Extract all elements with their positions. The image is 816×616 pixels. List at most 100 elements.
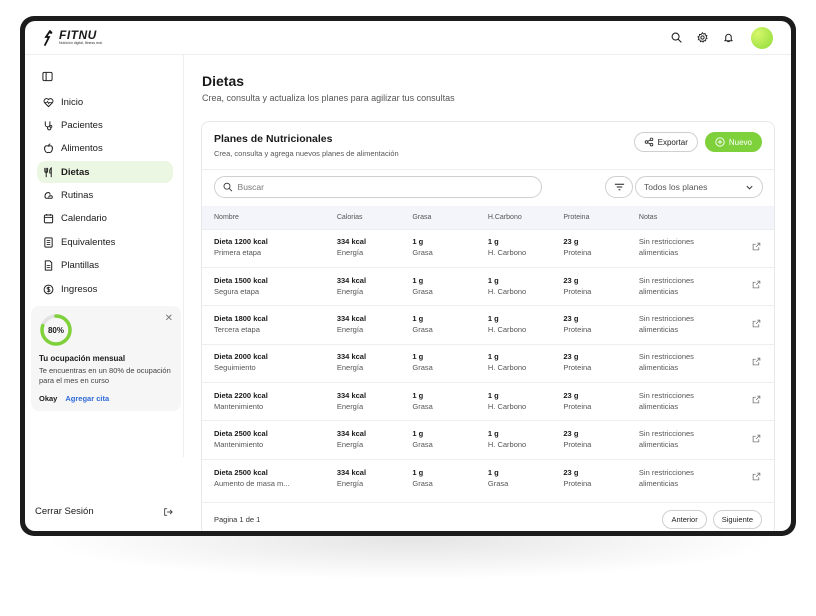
table-row[interactable]: Dieta 2200 kcal Mantenimiento 334 kcal Ener… bbox=[202, 382, 774, 421]
cell-protein: 23 g Proteina bbox=[551, 229, 627, 267]
sidebar-toggle-icon[interactable] bbox=[42, 69, 56, 83]
plans-filter-select[interactable]: Todos los planes bbox=[635, 176, 763, 198]
cell-fat: 1 g Grasa bbox=[400, 383, 476, 421]
external-link-icon[interactable] bbox=[752, 472, 761, 485]
sidebar-item-label: Plantillas bbox=[61, 260, 100, 272]
filter-button[interactable] bbox=[605, 176, 633, 198]
column-header-protein[interactable]: Proteina bbox=[551, 206, 627, 229]
cell-name: Dieta 1800 kcal Tercera etapa bbox=[202, 306, 325, 344]
cell-carbs-sublabel: Grasa bbox=[487, 478, 509, 488]
next-page-button[interactable]: Siguiente bbox=[712, 509, 762, 529]
cell-carbs: 1 g H. Carbono bbox=[476, 306, 552, 344]
cell-protein-sublabel: Proteina bbox=[563, 248, 592, 258]
cell-carbs-value: 1 g bbox=[487, 237, 499, 247]
cell-protein-sublabel: Proteina bbox=[563, 478, 592, 488]
bell-icon[interactable] bbox=[721, 31, 735, 45]
dollar-icon bbox=[43, 284, 54, 295]
table-row[interactable]: Dieta 2000 kcal Seguimiento 334 kcal Energí… bbox=[202, 344, 774, 382]
cell-calories-value: 334 kcal bbox=[336, 314, 367, 324]
cell-calories-value: 334 kcal bbox=[336, 390, 367, 400]
notes-text: Sin restricciones bbox=[638, 314, 694, 324]
search-input[interactable] bbox=[237, 182, 533, 192]
logout-button[interactable]: Cerrar Sesión bbox=[35, 506, 173, 517]
search-box bbox=[214, 176, 542, 198]
table-row[interactable]: Dieta 2500 kcal Aumento de masa m... 334 k… bbox=[202, 459, 774, 497]
external-link-icon[interactable] bbox=[752, 242, 761, 255]
notes-text: alimenticias bbox=[638, 286, 679, 296]
cell-name-sublabel: Mantenimiento bbox=[214, 440, 264, 450]
main-content: Dietas Crea, consulta y actualiza los pl… bbox=[185, 55, 791, 531]
cell-name: Dieta 2500 kcal Mantenimiento bbox=[202, 421, 325, 459]
external-link-icon[interactable] bbox=[752, 434, 761, 447]
cell-notes: Sin restricciones alimenticias bbox=[627, 459, 740, 497]
table-row[interactable]: Dieta 1800 kcal Tercera etapa 334 kcal Ener… bbox=[202, 305, 774, 344]
cell-carbs: 1 g H. Carbono bbox=[476, 344, 552, 382]
column-header-name[interactable]: Nombre bbox=[202, 206, 325, 229]
cell-name-value: Dieta 2000 kcal bbox=[214, 352, 268, 362]
external-link-icon[interactable] bbox=[752, 319, 761, 332]
cell-fat-sublabel: Grasa bbox=[412, 363, 433, 373]
export-button[interactable]: Exportar bbox=[633, 132, 698, 152]
sidebar-item-calendario[interactable]: Calendario bbox=[37, 208, 173, 230]
column-header-actions bbox=[740, 206, 774, 229]
cell-fat-sublabel: Grasa bbox=[412, 324, 433, 334]
external-link-icon[interactable] bbox=[752, 280, 761, 293]
utensils-icon bbox=[44, 166, 52, 177]
avatar[interactable] bbox=[751, 26, 773, 49]
brand-logo[interactable]: FITNU Nutrición digital, fitness real. bbox=[43, 29, 103, 46]
filter-icon bbox=[614, 183, 624, 191]
notes-text: Sin restricciones bbox=[638, 390, 694, 400]
sidebar-item-rutinas[interactable]: Rutinas bbox=[37, 185, 173, 207]
cell-name-sublabel: Seguimiento bbox=[214, 363, 256, 373]
table-row[interactable]: Dieta 1200 kcal Primera etapa 334 kcal Ener… bbox=[202, 229, 774, 267]
cell-fat-value: 1 g bbox=[412, 429, 424, 439]
sidebar-item-label: Ingresos bbox=[61, 283, 98, 295]
cell-name-sublabel: Primera etapa bbox=[214, 248, 262, 258]
cell-protein-sublabel: Proteina bbox=[563, 440, 592, 450]
sidebar-item-dietas[interactable]: Dietas bbox=[37, 161, 173, 184]
add-appointment-link[interactable]: Agregar cita bbox=[65, 394, 109, 403]
cell-notes: Sin restricciones alimenticias bbox=[627, 344, 740, 382]
logout-label: Cerrar Sesión bbox=[35, 506, 94, 517]
previous-page-button[interactable]: Anterior bbox=[662, 509, 707, 529]
close-icon[interactable]: ✕ bbox=[165, 313, 173, 324]
cell-fat: 1 g Grasa bbox=[400, 459, 476, 497]
notes-text: alimenticias bbox=[638, 440, 679, 450]
column-header-fat[interactable]: Grasa bbox=[400, 206, 476, 229]
column-header-carbs[interactable]: H.Carbono bbox=[476, 206, 552, 229]
cell-name: Dieta 1500 kcal Segura etapa bbox=[202, 267, 325, 305]
cell-protein: 23 g Proteina bbox=[551, 344, 627, 382]
cell-fat: 1 g Grasa bbox=[400, 306, 476, 344]
sidebar-item-pacientes[interactable]: Pacientes bbox=[37, 114, 173, 136]
cell-calories: 334 kcal Energía bbox=[325, 421, 401, 459]
cell-protein: 23 g Proteina bbox=[551, 306, 627, 344]
sidebar-item-label: Inicio bbox=[61, 96, 84, 108]
sidebar-item-inicio[interactable]: Inicio bbox=[37, 91, 173, 113]
sidebar-item-equivalentes[interactable]: Equivalentes bbox=[37, 231, 173, 253]
table-row[interactable]: Dieta 1500 kcal Segura etapa 334 kcal Energ… bbox=[202, 267, 774, 305]
apple-icon bbox=[44, 143, 53, 154]
heart-pulse-icon bbox=[43, 97, 54, 107]
external-link-icon[interactable] bbox=[752, 395, 761, 408]
cell-name-value: Dieta 2500 kcal bbox=[214, 467, 268, 477]
top-bar: FITNU Nutrición digital, fitness real. bbox=[25, 21, 791, 55]
gear-icon[interactable] bbox=[695, 31, 709, 45]
sidebar-item-label: Pacientes bbox=[61, 119, 103, 131]
sidebar-item-plantillas[interactable]: Plantillas bbox=[37, 255, 173, 277]
sidebar-item-ingresos[interactable]: Ingresos bbox=[37, 278, 173, 300]
external-link-icon[interactable] bbox=[752, 357, 761, 370]
cell-name-sublabel: Segura etapa bbox=[214, 286, 260, 296]
column-header-notes[interactable]: Notas bbox=[627, 206, 740, 229]
table-header-row: Nombre Calorias Grasa H.Carbono Proteina… bbox=[202, 206, 774, 229]
new-plan-button[interactable]: Nuevo bbox=[704, 132, 762, 152]
cell-notes: Sin restricciones alimenticias bbox=[627, 267, 740, 305]
cell-open bbox=[740, 267, 774, 305]
cell-name-value: Dieta 2200 kcal bbox=[214, 390, 268, 400]
column-header-calories[interactable]: Calorias bbox=[325, 206, 401, 229]
sidebar-item-alimentos[interactable]: Alimentos bbox=[37, 138, 173, 160]
okay-button[interactable]: Okay bbox=[39, 394, 57, 403]
search-icon[interactable] bbox=[669, 31, 683, 45]
table-row[interactable]: Dieta 2500 kcal Mantenimiento 334 kcal Ener… bbox=[202, 420, 774, 459]
cell-protein: 23 g Proteina bbox=[551, 459, 627, 497]
cell-calories-sublabel: Energía bbox=[336, 286, 364, 296]
